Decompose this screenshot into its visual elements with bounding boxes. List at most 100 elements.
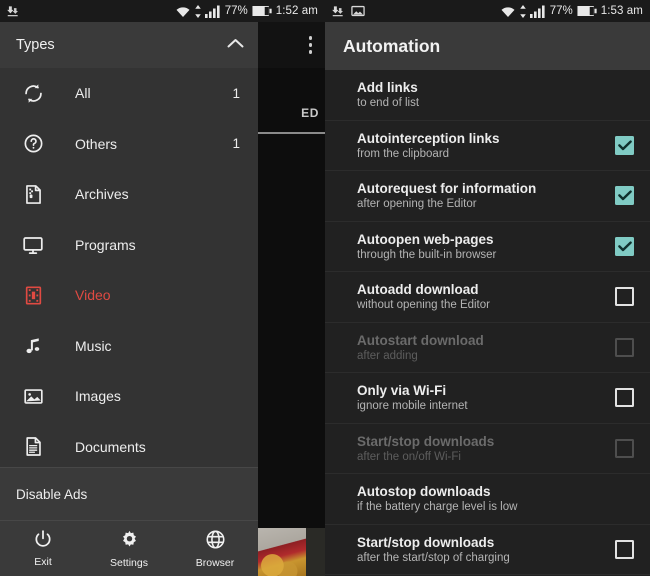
sidebar-item-archives[interactable]: Archives [0,169,258,220]
dual-screenshot: 77% 1:52 am ED Types All 1 Others 1 Arch… [0,0,650,576]
drawer-bottom-bar: Exit Settings Browser [0,520,258,576]
globe-icon [205,529,226,553]
status-system-icons: 77% 1:53 am [500,4,643,18]
settings-label: Settings [110,556,148,569]
setting-checkbox[interactable] [615,388,634,408]
setting-subtitle: after the start/stop of charging [357,551,510,564]
setting-subtitle: through the built-in browser [357,248,497,261]
setting-checkbox[interactable] [615,186,634,206]
music-note-icon [20,335,46,356]
page-title: Automation [343,35,441,56]
setting-autoopen-web-pages[interactable]: Autoopen web-pages through the built-in … [325,222,650,272]
setting-title: Autointerception links [357,130,500,146]
battery-percent-label: 77% [549,5,573,17]
left-screen: 77% 1:52 am ED Types All 1 Others 1 Arch… [0,0,325,576]
setting-title: Autoopen web-pages [357,231,494,247]
sidebar-item-label: Music [75,337,112,354]
setting-subtitle: if the battery charge level is low [357,501,518,514]
setting-checkbox[interactable] [615,135,634,155]
sidebar-item-images[interactable]: Images [0,371,258,422]
photo-icon [351,5,365,17]
battery-icon [252,5,272,17]
setting-autointerception-links[interactable]: Autointerception links from the clipboar… [325,121,650,171]
document-icon [20,436,46,457]
sidebar-item-programs[interactable]: Programs [0,220,258,271]
monitor-icon [20,234,46,256]
wifi-transfer-arrows-icon [194,4,201,18]
sidebar-item-label: Images [75,388,121,405]
background-tab-label: ED [301,106,319,120]
sidebar-item-label: All [75,85,91,102]
setting-only-via-wifi[interactable]: Only via Wi-Fi ignore mobile internet [325,373,650,424]
left-status-bar: 77% 1:52 am [0,0,325,22]
sidebar-item-label: Documents [75,438,146,455]
overflow-menu-icon[interactable] [308,36,312,57]
status-system-icons: 77% 1:52 am [175,4,318,18]
wifi-icon [175,5,191,18]
setting-title: Autoadd download [357,282,479,298]
status-notification-icons [331,4,365,18]
right-screen: 77% 1:53 am Automation Add links to end … [325,0,650,576]
gear-icon [119,529,140,553]
sidebar-item-label: Programs [75,236,136,253]
clock-label: 1:52 am [275,5,318,17]
film-icon [20,285,46,306]
signal-icon [529,5,546,18]
automation-settings-list: Add links to end of list Autointerceptio… [325,70,650,575]
battery-percent-label: 77% [224,5,248,17]
setting-title: Start/stop downloads [357,534,495,550]
background-thumbnail-edge [306,528,325,576]
chevron-up-icon[interactable] [227,36,244,54]
exit-label: Exit [34,556,52,568]
types-navigation-drawer: Types All 1 Others 1 Archives Programs V… [0,22,258,576]
drawer-title: Types [16,37,55,53]
setting-checkbox[interactable] [615,287,634,307]
setting-checkbox[interactable] [615,539,634,559]
power-icon [33,529,53,552]
wifi-icon [500,5,516,18]
sidebar-item-video[interactable]: Video [0,270,258,321]
archive-icon [20,184,46,205]
setting-autorequest-for-information[interactable]: Autorequest for information after openin… [325,171,650,222]
signal-icon [204,5,221,18]
question-icon [20,133,46,154]
status-notification-icons [6,4,20,18]
right-status-bar: 77% 1:53 am [325,0,650,22]
setting-title: Start/stop downloads [357,433,495,449]
settings-button[interactable]: Settings [86,521,172,576]
setting-autoadd-download[interactable]: Autoadd download without opening the Edi… [325,272,650,323]
setting-checkbox [615,337,634,357]
setting-title: Autostop downloads [357,484,491,500]
browser-button[interactable]: Browser [172,521,258,576]
clock-label: 1:53 am [600,5,643,17]
download-icon [6,4,20,18]
setting-autostop-downloads[interactable]: Autostop downloads if the battery charge… [325,474,650,525]
wifi-transfer-arrows-icon [519,4,526,18]
exit-button[interactable]: Exit [0,521,86,576]
sidebar-item-all[interactable]: All 1 [0,68,258,119]
image-icon [20,386,46,407]
setting-start-stop-downloads-charging[interactable]: Start/stop downloads after the start/sto… [325,525,650,575]
setting-subtitle: without opening the Editor [357,299,490,312]
sidebar-item-count: 1 [232,85,240,101]
setting-subtitle: to end of list [357,97,420,110]
battery-icon [577,5,597,17]
setting-title: Add links [357,80,418,96]
disable-ads-item[interactable]: Disable Ads [0,467,258,520]
sidebar-item-documents[interactable]: Documents [0,422,258,468]
setting-title: Autorequest for information [357,181,537,197]
automation-header: Automation [325,22,650,70]
setting-title: Only via Wi-Fi [357,383,447,399]
setting-subtitle: after opening the Editor [357,198,477,211]
setting-add-links[interactable]: Add links to end of list [325,70,650,121]
setting-subtitle: after the on/off Wi-Fi [357,450,461,463]
setting-checkbox[interactable] [615,236,634,256]
sidebar-item-label: Video [75,287,111,304]
sidebar-item-label: Others [75,135,118,152]
sidebar-item-others[interactable]: Others 1 [0,119,258,170]
setting-subtitle: after adding [357,349,418,362]
browser-label: Browser [195,556,235,569]
setting-title: Autostart download [357,332,484,348]
sidebar-item-music[interactable]: Music [0,321,258,372]
drawer-header[interactable]: Types [0,22,258,68]
